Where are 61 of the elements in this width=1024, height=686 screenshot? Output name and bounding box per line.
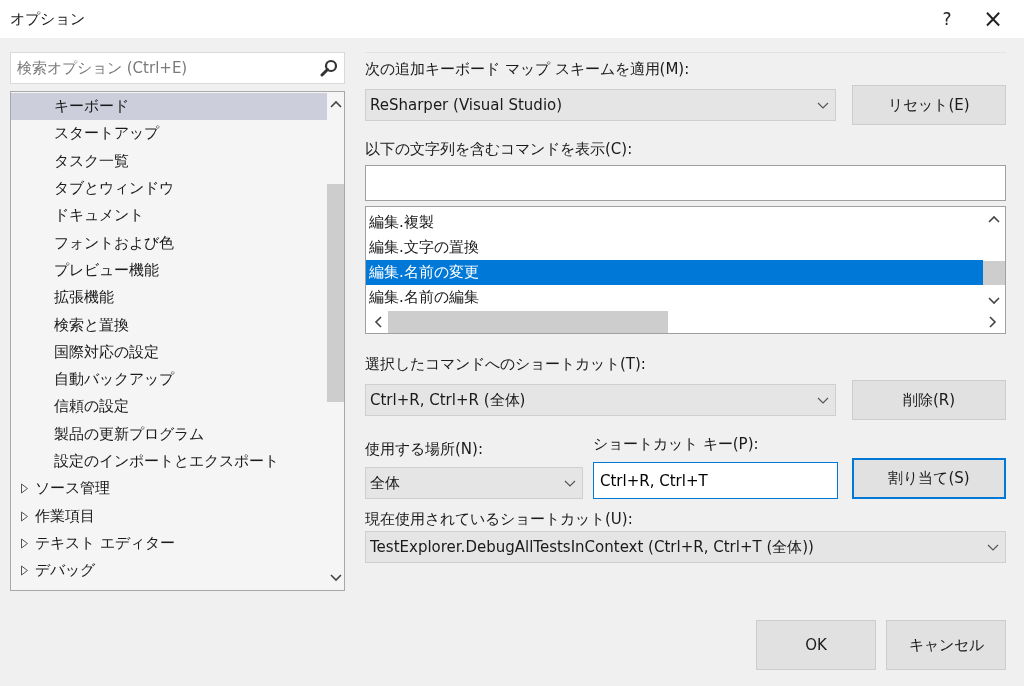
assign-button[interactable]: 割り当て(S) <box>852 458 1006 499</box>
field-label: ショートカット キー(P): <box>593 433 760 455</box>
tree-item[interactable]: テキスト エディター <box>11 529 327 558</box>
search-icon <box>320 59 338 77</box>
shortcut-key-field[interactable]: Ctrl+R, Ctrl+T <box>593 462 838 499</box>
expand-triangle-icon[interactable] <box>20 483 29 495</box>
scroll-left-icon[interactable] <box>374 316 382 328</box>
field-label: 使用する場所(N): <box>365 438 484 460</box>
cancel-button[interactable]: キャンセル <box>886 620 1006 670</box>
tree-item[interactable]: ドキュメント <box>11 202 327 230</box>
tree-item[interactable]: 信頼の設定 <box>11 393 327 421</box>
current-shortcut-dropdown[interactable]: TestExplorer.DebugAllTestsInContext (Ctrl+R, Ctrl+T (全体)) <box>365 531 1006 563</box>
ok-button[interactable]: OK <box>756 620 876 670</box>
command-item[interactable]: 編集.文字の置換 <box>366 235 983 260</box>
tree-item[interactable]: 国際対応の設定 <box>11 338 327 366</box>
field-label: 次の追加キーボード マップ スキームを適用(M): <box>365 58 691 80</box>
scope-dropdown[interactable]: 全体 <box>365 467 583 499</box>
tree-item[interactable]: ソース管理 <box>11 475 327 503</box>
remove-button[interactable]: 削除(R) <box>852 380 1006 420</box>
scroll-down-icon[interactable] <box>329 574 342 582</box>
scheme-dropdown[interactable]: ReSharper (Visual Studio) <box>365 89 836 121</box>
window-title: オプション <box>10 9 86 29</box>
command-filter-field[interactable] <box>365 165 1006 201</box>
field-label: 現在使用されているショートカット(U): <box>365 508 634 530</box>
field-label: 以下の文字列を含むコマンドを表示(C): <box>365 138 634 160</box>
tree-item[interactable]: スタートアップ <box>11 120 327 148</box>
chevron-down-icon <box>987 543 999 551</box>
tree-item[interactable]: タスク一覧 <box>11 147 327 175</box>
scroll-up-icon[interactable] <box>988 215 1000 223</box>
tree-item[interactable]: 検索と置換 <box>11 311 327 339</box>
scroll-right-icon[interactable] <box>989 316 997 328</box>
tree-item[interactable]: 自動バックアップ <box>11 365 327 394</box>
command-item[interactable]: 編集.名前の編集 <box>366 285 983 310</box>
chevron-down-icon <box>817 396 829 404</box>
scrollbar-thumb[interactable] <box>388 311 668 333</box>
tree-item[interactable]: フォントおよび色 <box>11 229 327 257</box>
tree-item[interactable]: 設定のインポートとエクスポート <box>11 447 327 476</box>
scrollbar-thumb[interactable] <box>983 261 1005 285</box>
tree-item[interactable]: 拡張機能 <box>11 284 327 312</box>
tree-item[interactable]: 作業項目 <box>11 502 327 530</box>
chevron-down-icon <box>564 479 576 487</box>
scroll-up-icon[interactable] <box>329 100 342 108</box>
tree-item[interactable]: プレビュー機能 <box>11 256 327 285</box>
tree-item[interactable]: デバッグ <box>11 557 327 585</box>
expand-triangle-icon[interactable] <box>20 565 29 577</box>
search-field[interactable]: 検索オプション (Ctrl+E) <box>10 52 345 84</box>
help-button[interactable]: ? <box>924 0 970 38</box>
shortcut-dropdown[interactable]: Ctrl+R, Ctrl+R (全体) <box>365 384 836 416</box>
field-label: 選択したコマンドへのショートカット(T): <box>365 353 647 375</box>
tree-item[interactable]: タブとウィンドウ <box>11 174 327 203</box>
tree-item[interactable]: 製品の更新プログラム <box>11 420 327 448</box>
scroll-down-icon[interactable] <box>988 297 1000 305</box>
chevron-down-icon <box>817 101 829 109</box>
tree-item[interactable]: キーボード <box>11 93 327 121</box>
scrollbar-thumb[interactable] <box>327 184 344 402</box>
expand-triangle-icon[interactable] <box>20 510 29 522</box>
expand-triangle-icon[interactable] <box>20 537 29 549</box>
command-item[interactable]: 編集.名前の変更 <box>366 260 983 285</box>
command-item[interactable]: 編集.複製 <box>366 210 983 235</box>
close-button[interactable]: × <box>970 0 1016 38</box>
reset-button[interactable]: リセット(E) <box>852 85 1006 125</box>
